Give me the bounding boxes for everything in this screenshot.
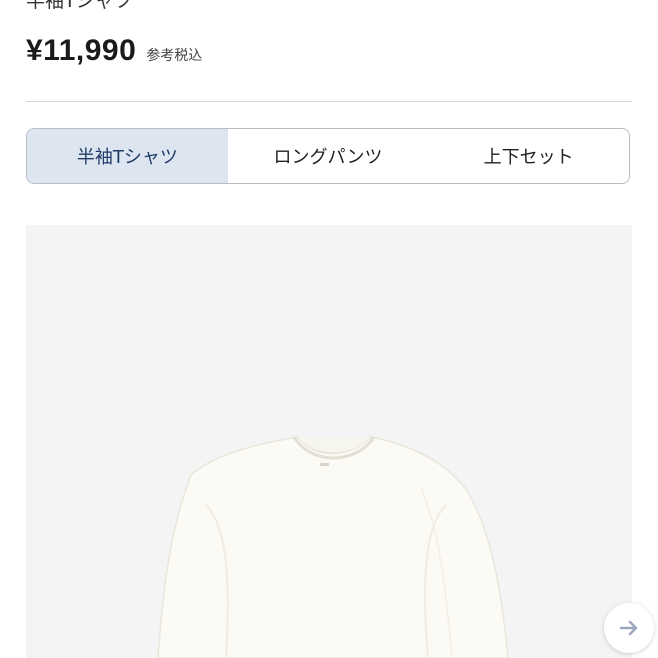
product-price: ¥11,990 <box>26 34 137 67</box>
price-row: ¥11,990 参考税込 <box>26 34 202 68</box>
tab-long-pants[interactable]: ロングパンツ <box>228 129 429 183</box>
variant-tabs: 半袖Tシャツ ロングパンツ 上下セット <box>26 128 630 184</box>
next-image-button[interactable] <box>604 603 654 653</box>
product-image <box>157 436 509 658</box>
product-title: 半袖Tシャツ <box>26 0 133 12</box>
product-image-gallery[interactable] <box>26 225 632 658</box>
tab-short-sleeve-tshirt[interactable]: 半袖Tシャツ <box>27 129 228 183</box>
tax-note: 参考税込 <box>146 48 203 64</box>
arrow-right-icon <box>619 620 638 636</box>
divider <box>26 101 632 102</box>
tab-top-bottom-set[interactable]: 上下セット <box>428 129 629 183</box>
